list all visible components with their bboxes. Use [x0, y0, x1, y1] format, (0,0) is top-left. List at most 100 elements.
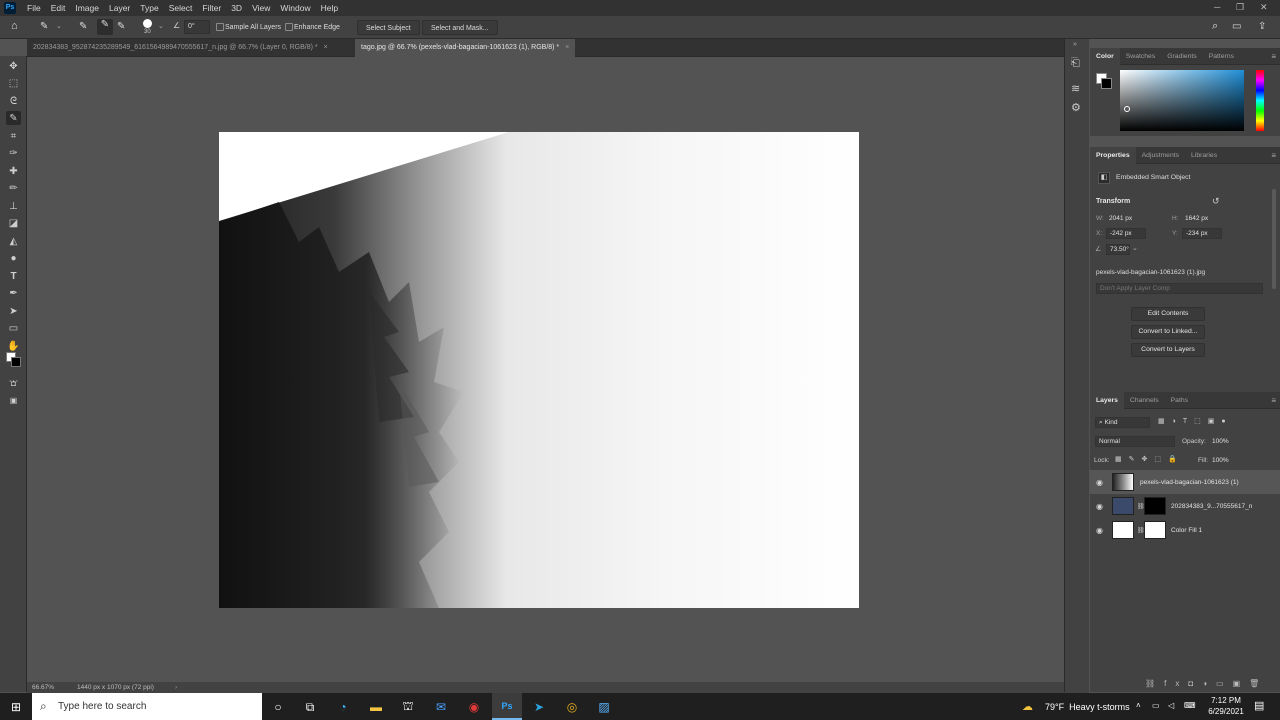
add-to-selection-icon[interactable]: ✎: [97, 19, 113, 35]
history-icon[interactable]: ⎗: [1071, 57, 1080, 70]
menu-image[interactable]: Image: [70, 0, 104, 16]
photos-app-icon[interactable]: ▨: [594, 697, 614, 717]
brush-settings-icon[interactable]: ≋: [1071, 82, 1080, 95]
select-and-mask-button[interactable]: Select and Mask...: [422, 20, 498, 35]
keyboard-icon[interactable]: ⌨: [1184, 701, 1196, 710]
gradient-tool-icon[interactable]: ◭: [6, 234, 21, 248]
enhance-edge-checkbox[interactable]: [285, 23, 293, 31]
eraser-tool-icon[interactable]: ◪: [6, 216, 21, 230]
brush-preview-icon[interactable]: [143, 19, 152, 28]
opacity-value[interactable]: 100%: [1212, 438, 1229, 445]
tab-swatches[interactable]: Swatches: [1120, 48, 1161, 65]
close-icon[interactable]: ✕: [1260, 0, 1268, 14]
document-canvas[interactable]: [219, 132, 859, 608]
visibility-eye-icon[interactable]: ◉: [1096, 502, 1103, 511]
subtract-from-selection-icon[interactable]: ✎: [117, 21, 125, 32]
convert-to-linked-button[interactable]: Convert to Linked...: [1131, 325, 1205, 339]
pen-tool-icon[interactable]: ✒: [6, 286, 21, 300]
convert-to-layers-button[interactable]: Convert to Layers: [1131, 343, 1205, 357]
layer-actions-icons[interactable]: ⛓fx◘◑▭▣🗑: [1145, 679, 1268, 688]
windows-start-icon[interactable]: ⊞: [6, 697, 26, 717]
restore-icon[interactable]: ❐: [1236, 0, 1244, 14]
document-tab-2[interactable]: tago.jpg @ 66.7% (pexels-vlad-bagacian-1…: [355, 39, 576, 57]
weather-icon[interactable]: ☁: [1022, 700, 1033, 713]
height-value[interactable]: 1642 px: [1185, 215, 1208, 222]
layer-row[interactable]: ◉ ⛓ 202834383_9...70555617_n: [1090, 494, 1280, 518]
zoom-level[interactable]: 66.67%: [32, 682, 54, 693]
panel-menu-icon[interactable]: ≡: [1271, 52, 1276, 61]
layer-mask-thumbnail[interactable]: [1144, 521, 1166, 539]
visibility-eye-icon[interactable]: ◉: [1096, 478, 1103, 487]
menu-window[interactable]: Window: [275, 0, 315, 16]
mail-icon[interactable]: ✉: [431, 697, 451, 717]
home-icon[interactable]: ⌂: [11, 20, 18, 32]
lock-icons[interactable]: ▦✎✥⬚🔒: [1115, 455, 1184, 463]
clone-stamp-tool-icon[interactable]: ⊥: [6, 199, 21, 213]
fill-value[interactable]: 100%: [1212, 457, 1229, 464]
tab-properties[interactable]: Properties: [1090, 146, 1136, 164]
search-icon[interactable]: ⌕: [1212, 20, 1218, 33]
rectangle-tool-icon[interactable]: ▭: [6, 321, 21, 335]
angle-input[interactable]: 0°: [184, 20, 210, 34]
layer-name[interactable]: Color Fill 1: [1171, 527, 1202, 534]
tab-libraries[interactable]: Libraries: [1185, 147, 1223, 164]
tab-color[interactable]: Color: [1090, 47, 1120, 65]
menu-edit[interactable]: Edit: [46, 0, 71, 16]
tab-channels[interactable]: Channels: [1124, 392, 1165, 409]
chevron-down-icon[interactable]: ⌄: [158, 22, 164, 30]
sample-all-layers-checkbox[interactable]: [216, 23, 224, 31]
menu-view[interactable]: View: [247, 0, 275, 16]
blend-mode-select[interactable]: Normal: [1095, 436, 1175, 447]
tray-chevron-icon[interactable]: ˄: [1136, 701, 1141, 710]
layer-mask-thumbnail[interactable]: [1144, 497, 1166, 515]
x-input[interactable]: -242 px: [1106, 228, 1146, 239]
menu-file[interactable]: File: [22, 0, 46, 16]
hand-tool-icon[interactable]: ✋: [6, 339, 21, 353]
clock-date[interactable]: 6/29/2021: [1203, 707, 1249, 716]
edit-contents-button[interactable]: Edit Contents: [1131, 307, 1205, 321]
close-tab-icon[interactable]: ×: [565, 44, 569, 51]
visibility-eye-icon[interactable]: ◉: [1096, 526, 1103, 535]
layer-name[interactable]: 202834383_9...70555617_n: [1171, 503, 1252, 510]
tab-adjustments[interactable]: Adjustments: [1136, 147, 1185, 164]
chevron-right-icon[interactable]: ›: [175, 682, 177, 693]
menu-3d[interactable]: 3D: [226, 0, 247, 16]
reset-transform-icon[interactable]: ↺: [1212, 196, 1220, 207]
panel-menu-icon[interactable]: ≡: [1271, 151, 1276, 160]
share-icon[interactable]: ⇪: [1258, 21, 1266, 32]
close-tab-icon[interactable]: ×: [324, 44, 328, 51]
background-color-swatch[interactable]: [1101, 78, 1112, 89]
color-picker-cursor[interactable]: [1124, 106, 1130, 112]
properties-scrollbar[interactable]: [1272, 189, 1276, 289]
menu-select[interactable]: Select: [164, 0, 198, 16]
move-tool-icon[interactable]: ✥: [6, 59, 21, 73]
security-app-icon[interactable]: ◉: [464, 697, 484, 717]
select-subject-button[interactable]: Select Subject: [357, 20, 420, 35]
telegram-icon[interactable]: ➤: [529, 697, 549, 717]
layer-name[interactable]: pexels-vlad-bagacian-1061623 (1): [1140, 479, 1239, 486]
path-selection-tool-icon[interactable]: ➤: [6, 304, 21, 318]
taskbar-search-box[interactable]: ⌕ Type here to search: [32, 693, 262, 720]
notifications-icon[interactable]: ▤: [1254, 699, 1264, 712]
brush-tool-icon[interactable]: ✏: [6, 181, 21, 195]
new-selection-icon[interactable]: ✎: [79, 21, 87, 32]
tab-gradients[interactable]: Gradients: [1161, 48, 1202, 65]
menu-help[interactable]: Help: [316, 0, 343, 16]
quick-selection-tool-icon[interactable]: ✎: [40, 21, 48, 32]
chevron-down-icon[interactable]: ⌄: [1132, 244, 1138, 252]
volume-icon[interactable]: ◁: [1168, 701, 1174, 710]
collapse-panels-icon[interactable]: »: [1073, 41, 1077, 48]
eyedropper-tool-icon[interactable]: ✑: [6, 146, 21, 160]
layer-comp-select[interactable]: Don't Apply Layer Comp: [1096, 283, 1263, 294]
menu-layer[interactable]: Layer: [104, 0, 135, 16]
quick-mask-icon[interactable]: ◘: [6, 376, 21, 390]
microsoft-store-icon[interactable]: ⛫: [398, 697, 418, 717]
clock-time[interactable]: 7:12 PM: [1205, 696, 1247, 705]
weather-text[interactable]: 79°F Heavy t-storms: [1045, 702, 1130, 712]
layer-row[interactable]: ◉ ⛓ Color Fill 1: [1090, 518, 1280, 542]
type-tool-icon[interactable]: T: [6, 269, 21, 283]
chrome-icon[interactable]: ◎: [562, 697, 582, 717]
workspace-icon[interactable]: ▭: [1232, 21, 1241, 32]
minimize-icon[interactable]: ─: [1214, 0, 1220, 14]
crop-tool-icon[interactable]: ⌗: [6, 129, 21, 143]
